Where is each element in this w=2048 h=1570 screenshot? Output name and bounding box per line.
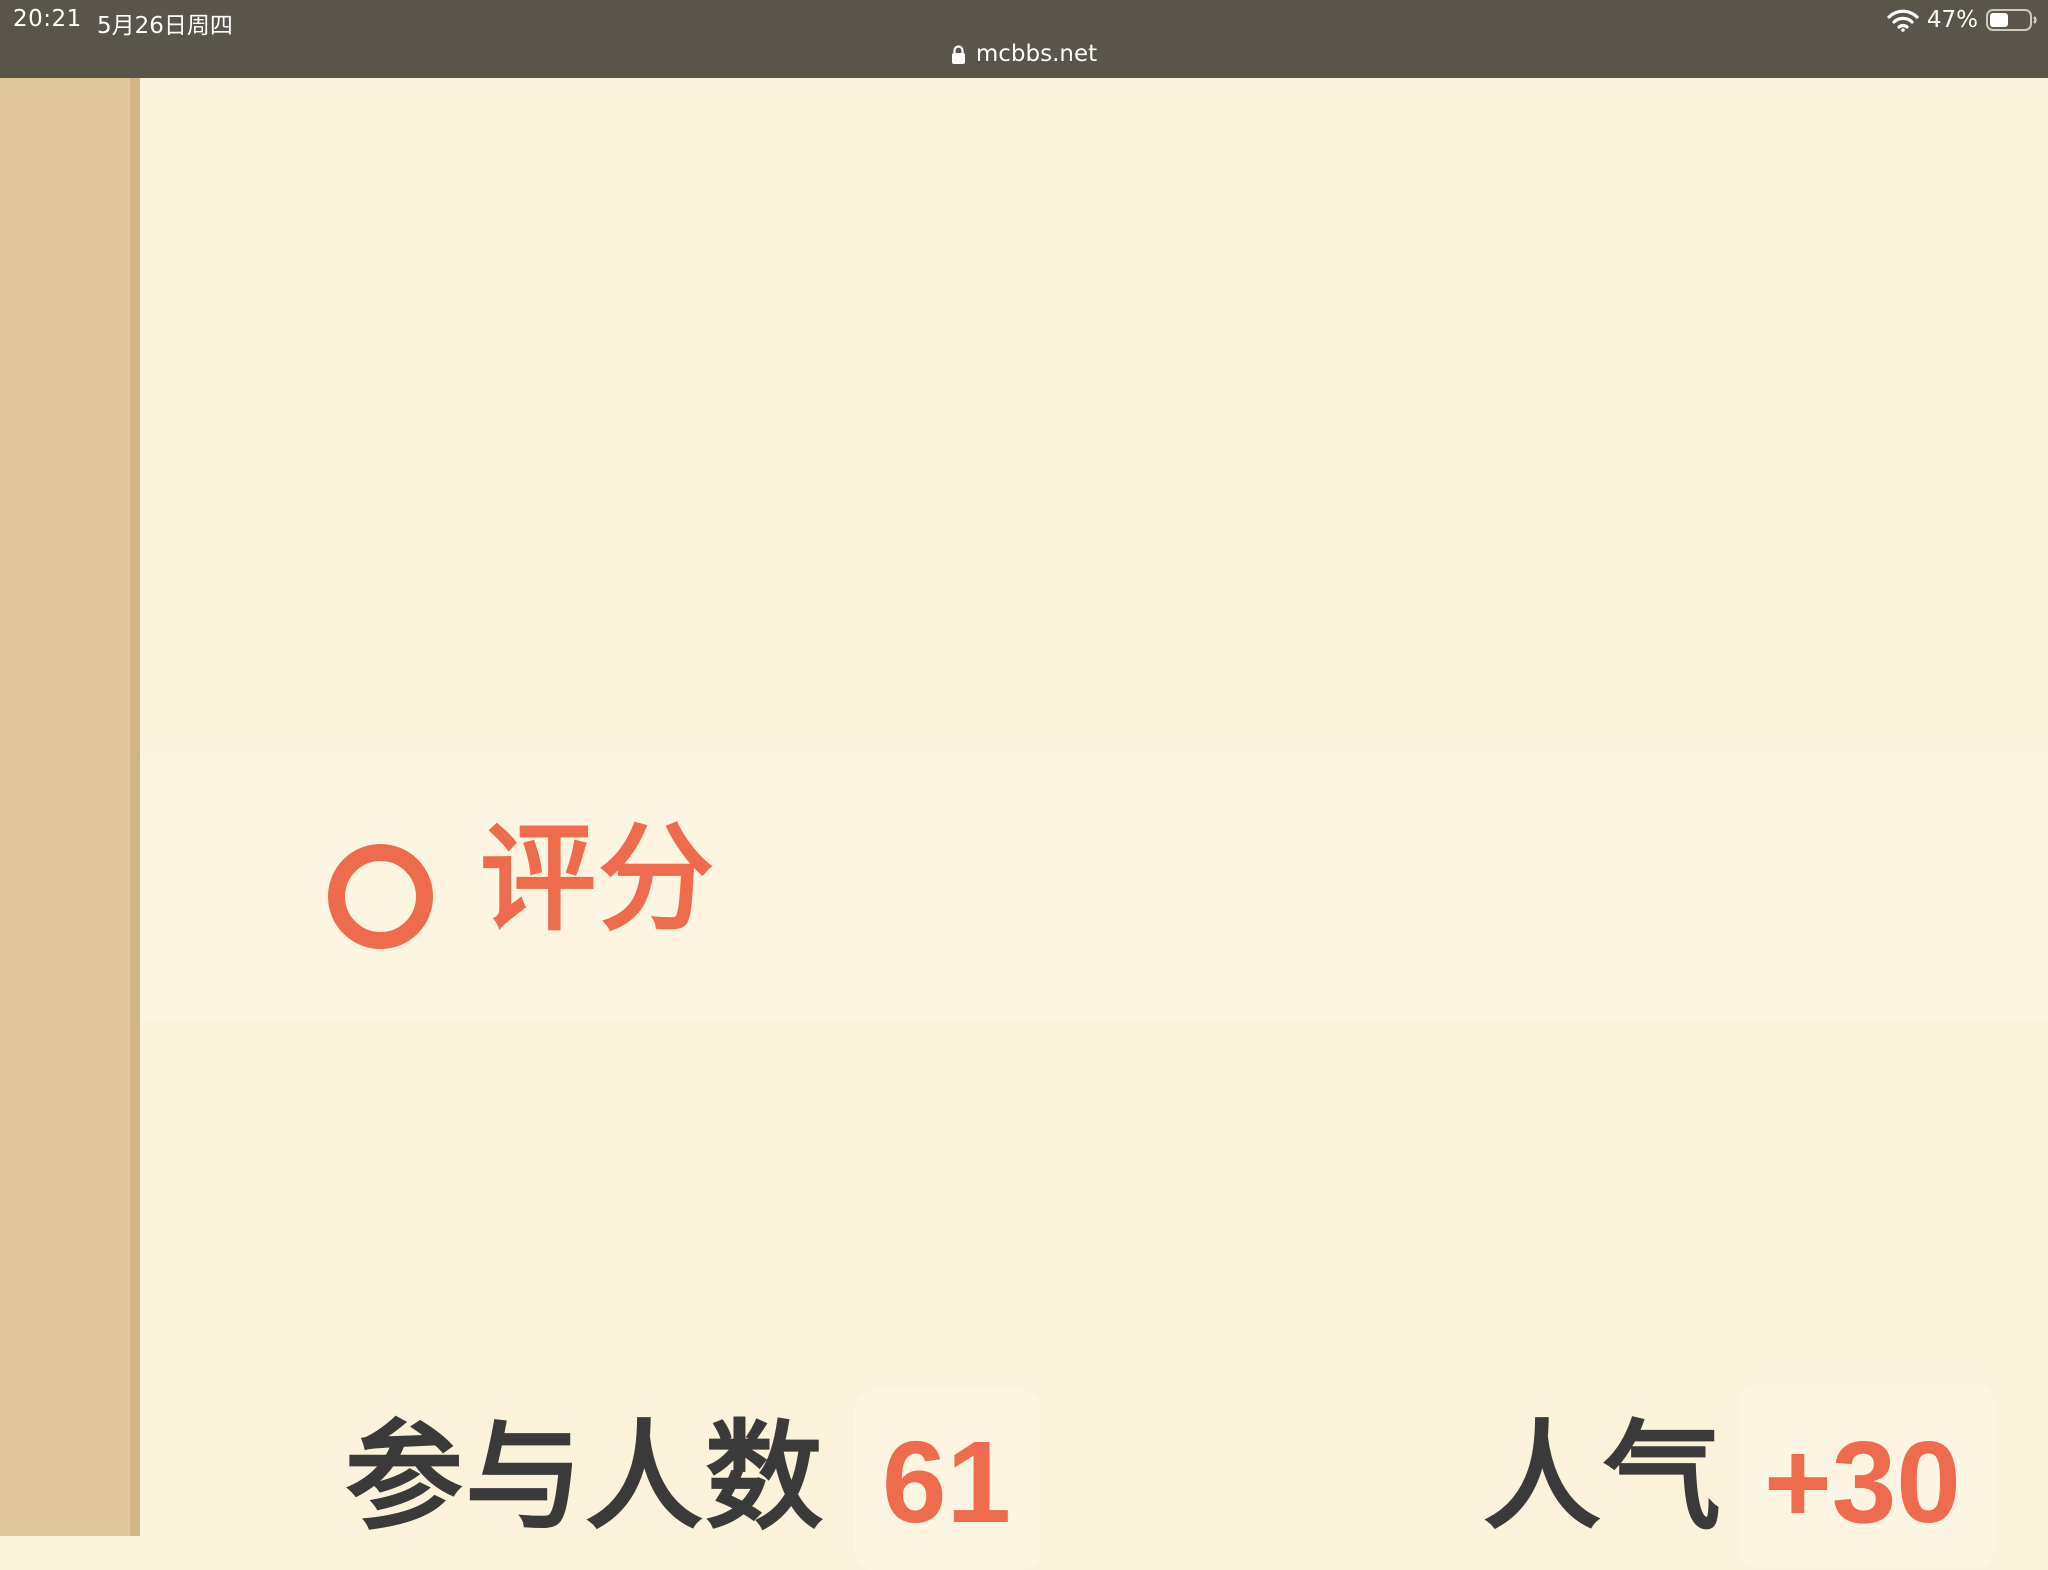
main-content: 评分 参与人数 61 人气 +30 (140, 78, 2048, 1570)
participants-value: 61 (882, 1417, 1012, 1547)
ring-icon (328, 844, 433, 949)
wifi-icon (1887, 9, 1919, 32)
status-time: 20:21 (13, 6, 82, 32)
battery-icon (1986, 9, 2037, 31)
sidebar-edge (130, 78, 140, 1536)
url-text[interactable]: mcbbs.net (976, 41, 1097, 67)
sidebar-stripe (0, 78, 130, 1536)
popularity-label: 人气 (1483, 1408, 1724, 1546)
popularity-value: +30 (1764, 1417, 1961, 1547)
status-indicators: 47% (1887, 5, 2038, 35)
participants-label: 参与人数 (345, 1408, 826, 1546)
lock-icon (951, 45, 965, 64)
rating-title: 评分 (480, 812, 716, 947)
status-bar: 20:21 5月26日周四 mcbbs.net 47% (0, 0, 2048, 78)
status-date: 5月26日周四 (97, 13, 233, 39)
battery-fill (1990, 13, 2008, 27)
address-bar[interactable]: mcbbs.net (0, 38, 2048, 70)
battery-percent: 47% (1926, 7, 1978, 33)
